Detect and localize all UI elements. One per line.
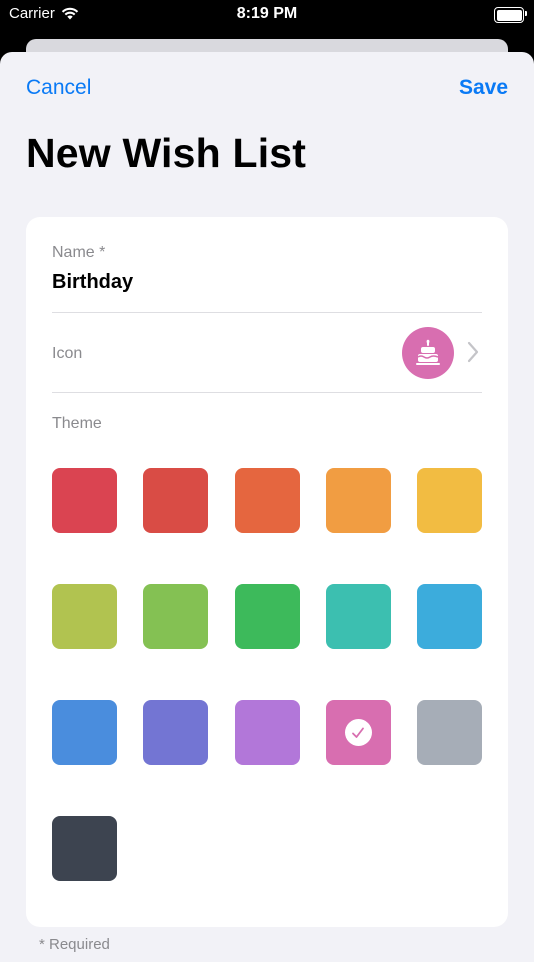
battery-icon (494, 7, 527, 23)
theme-swatch[interactable] (417, 468, 482, 533)
status-bar: Carrier 8:19 PM (0, 0, 534, 30)
icon-preview[interactable] (402, 327, 454, 379)
page-title: New Wish List (26, 130, 307, 176)
status-time: 8:19 PM (236, 5, 298, 22)
theme-swatch[interactable] (417, 700, 482, 765)
theme-swatch[interactable] (325, 700, 391, 765)
birthday-cake-icon (416, 339, 440, 365)
icon-picker-row[interactable] (26, 313, 508, 392)
theme-swatch[interactable] (52, 816, 117, 881)
theme-swatch[interactable] (234, 468, 300, 533)
checkmark-icon (344, 719, 372, 746)
theme-swatch[interactable] (325, 468, 391, 533)
form-card: Name * Birthday Icon Theme (26, 217, 508, 927)
theme-swatch[interactable] (143, 468, 209, 533)
theme-color-grid (52, 468, 482, 881)
theme-swatch[interactable] (325, 584, 391, 649)
theme-swatch[interactable] (52, 700, 117, 765)
theme-swatch[interactable] (417, 584, 482, 649)
name-field[interactable]: Birthday (52, 271, 133, 294)
theme-label: Theme (52, 415, 102, 432)
divider (52, 392, 482, 393)
theme-swatch[interactable] (52, 584, 117, 649)
cancel-button[interactable]: Cancel (26, 76, 91, 100)
save-button[interactable]: Save (459, 76, 508, 100)
theme-swatch[interactable] (143, 700, 209, 765)
theme-swatch[interactable] (52, 468, 117, 533)
theme-swatch[interactable] (234, 700, 300, 765)
theme-swatch[interactable] (143, 584, 209, 649)
name-label: Name * (52, 244, 106, 261)
chevron-right-icon (467, 341, 479, 363)
theme-swatch[interactable] (234, 584, 300, 649)
new-wish-list-sheet: Cancel Save New Wish List Name * Birthda… (0, 52, 534, 962)
required-footnote: * Required (39, 936, 110, 953)
